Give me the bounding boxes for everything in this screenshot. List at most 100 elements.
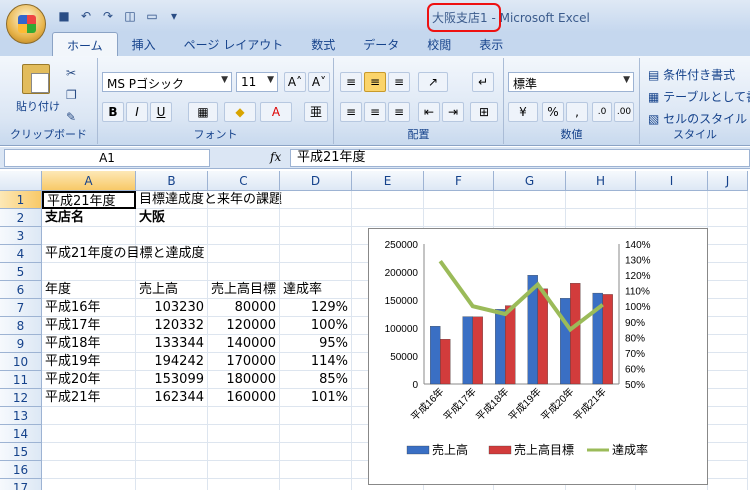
- cell-D8[interactable]: 100%: [280, 317, 352, 335]
- align-bottom-icon[interactable]: ≡: [388, 72, 410, 92]
- currency-icon[interactable]: ¥: [508, 102, 538, 122]
- cell-A17[interactable]: [42, 479, 136, 490]
- cell-D15[interactable]: [280, 443, 352, 461]
- row-header-11[interactable]: 11: [0, 371, 42, 389]
- cell-J13[interactable]: [708, 407, 748, 425]
- cell-A4[interactable]: 平成21年度の目標と達成度: [42, 245, 205, 263]
- row-header-5[interactable]: 5: [0, 263, 42, 281]
- cell-styles-button[interactable]: ▧ セルのスタイル: [648, 110, 747, 127]
- column-header-A[interactable]: A: [42, 171, 136, 191]
- column-header-J[interactable]: J: [708, 171, 748, 191]
- cell-F1[interactable]: [424, 191, 494, 209]
- cell-D2[interactable]: [280, 209, 352, 227]
- cell-J10[interactable]: [708, 353, 748, 371]
- cell-B11[interactable]: 153099: [136, 371, 208, 389]
- combo-chart[interactable]: 0 50000 100000 150000 200000 250000 50% 60% 70% 8…: [368, 228, 708, 485]
- bold-button[interactable]: B: [102, 102, 124, 122]
- tab-page-layout[interactable]: ページ レイアウト: [170, 32, 298, 56]
- cell-D12[interactable]: 101%: [280, 389, 352, 407]
- row-header-7[interactable]: 7: [0, 299, 42, 317]
- cell-J2[interactable]: [708, 209, 748, 227]
- tab-insert[interactable]: 挿入: [118, 32, 170, 56]
- underline-button[interactable]: U: [150, 102, 172, 122]
- phonetic-icon[interactable]: 亜: [304, 102, 328, 122]
- tab-formulas[interactable]: 数式: [297, 32, 349, 56]
- decrease-decimal-icon[interactable]: .00: [614, 102, 634, 122]
- font-color-icon[interactable]: A: [260, 102, 292, 122]
- tab-home[interactable]: ホーム: [52, 32, 118, 56]
- cell-A2[interactable]: 支店名: [42, 209, 136, 227]
- cell-J17[interactable]: [708, 479, 748, 490]
- merge-center-icon[interactable]: ⊞: [470, 102, 498, 122]
- cell-H1[interactable]: [566, 191, 636, 209]
- select-all-corner[interactable]: [0, 171, 42, 191]
- cell-A8[interactable]: 平成17年: [42, 317, 136, 335]
- column-header-H[interactable]: H: [566, 171, 636, 191]
- customize-qat-icon[interactable]: ▾: [166, 8, 182, 24]
- font-size-combo[interactable]: 11 ▼: [236, 72, 278, 92]
- copy-icon[interactable]: ❐: [66, 88, 77, 102]
- cell-B15[interactable]: [136, 443, 208, 461]
- cell-C14[interactable]: [208, 425, 280, 443]
- align-right-icon[interactable]: ≡: [388, 102, 410, 122]
- tab-view[interactable]: 表示: [465, 32, 517, 56]
- column-header-F[interactable]: F: [424, 171, 494, 191]
- row-header-3[interactable]: 3: [0, 227, 42, 245]
- print-preview-icon[interactable]: ◫: [122, 8, 138, 24]
- cell-B6[interactable]: 売上高: [136, 281, 208, 299]
- row-header-15[interactable]: 15: [0, 443, 42, 461]
- cell-C16[interactable]: [208, 461, 280, 479]
- format-as-table-button[interactable]: ▦ テーブルとして書式: [648, 88, 750, 105]
- tab-data[interactable]: データ: [349, 32, 413, 56]
- cell-C2[interactable]: [208, 209, 280, 227]
- cell-A6[interactable]: 年度: [42, 281, 136, 299]
- cell-C17[interactable]: [208, 479, 280, 490]
- cell-C5[interactable]: [208, 263, 280, 281]
- cell-B3[interactable]: [136, 227, 208, 245]
- cell-J12[interactable]: [708, 389, 748, 407]
- conditional-format-button[interactable]: ▤ 条件付き書式: [648, 66, 735, 83]
- cell-D6[interactable]: 達成率: [280, 281, 352, 299]
- row-header-13[interactable]: 13: [0, 407, 42, 425]
- row-header-6[interactable]: 6: [0, 281, 42, 299]
- fx-icon[interactable]: fx: [270, 150, 281, 164]
- cell-B13[interactable]: [136, 407, 208, 425]
- font-name-combo[interactable]: MS Pゴシック ▼: [102, 72, 232, 92]
- row-header-9[interactable]: 9: [0, 335, 42, 353]
- cell-A1[interactable]: 平成21年度: [42, 191, 136, 209]
- cell-D14[interactable]: [280, 425, 352, 443]
- row-header-2[interactable]: 2: [0, 209, 42, 227]
- cell-J1[interactable]: [708, 191, 748, 209]
- cell-A14[interactable]: [42, 425, 136, 443]
- cell-D1[interactable]: [280, 191, 352, 209]
- cell-J14[interactable]: [708, 425, 748, 443]
- undo-icon[interactable]: ↶: [78, 8, 94, 24]
- orientation-icon[interactable]: ↗: [418, 72, 448, 92]
- cell-G2[interactable]: [494, 209, 566, 227]
- redo-icon[interactable]: ↷: [100, 8, 116, 24]
- cell-B9[interactable]: 133344: [136, 335, 208, 353]
- cell-B8[interactable]: 120332: [136, 317, 208, 335]
- cell-C7[interactable]: 80000: [208, 299, 280, 317]
- column-header-D[interactable]: D: [280, 171, 352, 191]
- cell-J11[interactable]: [708, 371, 748, 389]
- cell-F2[interactable]: [424, 209, 494, 227]
- cell-D17[interactable]: [280, 479, 352, 490]
- cell-J8[interactable]: [708, 317, 748, 335]
- align-center-icon[interactable]: ≡: [364, 102, 386, 122]
- cell-D16[interactable]: [280, 461, 352, 479]
- cell-A7[interactable]: 平成16年: [42, 299, 136, 317]
- cell-I2[interactable]: [636, 209, 708, 227]
- cell-J9[interactable]: [708, 335, 748, 353]
- cell-D7[interactable]: 129%: [280, 299, 352, 317]
- column-header-E[interactable]: E: [352, 171, 424, 191]
- decrease-indent-icon[interactable]: ⇤: [418, 102, 440, 122]
- cell-A11[interactable]: 平成20年: [42, 371, 136, 389]
- column-header-I[interactable]: I: [636, 171, 708, 191]
- percent-button[interactable]: %: [542, 102, 564, 122]
- cell-J5[interactable]: [708, 263, 748, 281]
- cell-J16[interactable]: [708, 461, 748, 479]
- cell-A15[interactable]: [42, 443, 136, 461]
- cell-J4[interactable]: [708, 245, 748, 263]
- grow-font-button[interactable]: A˄: [284, 72, 306, 92]
